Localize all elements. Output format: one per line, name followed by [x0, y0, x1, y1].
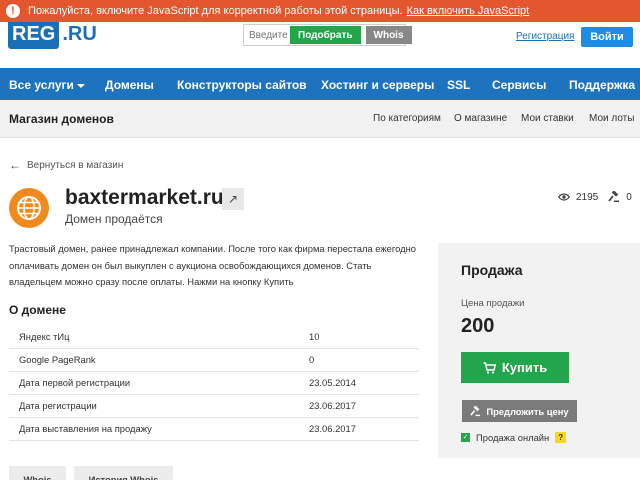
- table-row: Дата регистрации 23.06.2017: [9, 394, 419, 418]
- nav-item-domains[interactable]: Домены: [105, 78, 154, 92]
- about-shop-link[interactable]: О магазине: [454, 113, 507, 124]
- open-domain-button[interactable]: ↗: [222, 188, 244, 210]
- categories-link[interactable]: По категориям: [373, 113, 441, 124]
- domain-status: Домен продаётся: [65, 212, 163, 226]
- domain-shop-title[interactable]: Магазин доменов: [9, 112, 114, 126]
- row-value: 10: [309, 325, 419, 349]
- online-sale-checkbox[interactable]: ✓: [461, 433, 470, 442]
- table-row: Дата первой регистрации 23.05.2014: [9, 371, 419, 395]
- back-to-shop-link[interactable]: ← Вернуться в магазин: [9, 158, 123, 172]
- row-value: 23.05.2014: [309, 371, 419, 395]
- nav-item-all-services[interactable]: Все услуги: [9, 78, 85, 92]
- whois-tab-button[interactable]: Whois: [9, 466, 66, 480]
- nav-item-ssl[interactable]: SSL: [447, 78, 470, 92]
- whois-history-button[interactable]: История Whois: [74, 466, 173, 480]
- enable-javascript-link[interactable]: Как включить JavaScript: [407, 5, 530, 17]
- row-label: Яндекс тИц: [9, 325, 309, 349]
- nav-item-hosting[interactable]: Хостинг и серверы: [321, 78, 434, 92]
- online-sale-option: ✓ Продажа онлайн ?: [461, 432, 567, 443]
- online-sale-label: Продажа онлайн: [476, 432, 550, 443]
- cart-icon: [483, 361, 496, 374]
- nav-item-site-builders[interactable]: Конструкторы сайтов: [177, 78, 307, 92]
- offer-price-label: Предложить цену: [486, 405, 569, 417]
- my-bids-link[interactable]: Мои ставки: [521, 113, 574, 124]
- bids-count: 0: [626, 191, 632, 203]
- domain-shop-bar: Магазин доменов По категориям О магазине…: [0, 100, 640, 138]
- gavel-icon: [608, 191, 620, 203]
- nav-item-support[interactable]: Поддержка: [569, 78, 635, 92]
- whois-button[interactable]: Whois: [365, 26, 412, 44]
- nav-item-services[interactable]: Сервисы: [492, 78, 546, 92]
- domain-stats: 2195 0: [558, 191, 632, 203]
- eye-icon: [558, 193, 570, 201]
- exclamation-icon: !: [6, 4, 20, 18]
- price-value: 200: [461, 315, 495, 337]
- row-value: 0: [309, 348, 419, 372]
- price-label: Цена продажи: [461, 298, 525, 309]
- offer-price-button[interactable]: Предложить цену: [462, 400, 577, 422]
- sale-title: Продажа: [461, 262, 523, 278]
- about-domain-title: О домене: [9, 303, 66, 317]
- gavel-icon: [470, 405, 481, 417]
- nav-item-label: Все услуги: [9, 78, 74, 92]
- row-value: 23.06.2017: [309, 417, 419, 441]
- my-lots-link[interactable]: Мои лоты: [589, 113, 634, 124]
- help-icon[interactable]: ?: [555, 432, 567, 443]
- row-label: Дата первой регистрации: [9, 371, 309, 395]
- table-row: Дата выставления на продажу 23.06.2017: [9, 417, 419, 441]
- row-label: Google PageRank: [9, 348, 309, 372]
- domain-search: Подобрать Whois: [243, 24, 412, 46]
- login-button[interactable]: Войти: [581, 27, 633, 47]
- domain-info-table: Яндекс тИц 10 Google PageRank 0 Дата пер…: [9, 325, 419, 441]
- domain-search-input[interactable]: [245, 29, 290, 41]
- domain-description: Трастовый домен, ранее принадлежал компа…: [9, 243, 416, 287]
- sale-panel: Продажа Цена продажи 200 Купить Предложи…: [438, 243, 640, 458]
- table-row: Яндекс тИц 10: [9, 325, 419, 349]
- row-label: Дата выставления на продажу: [9, 417, 309, 441]
- caret-down-icon: [76, 83, 85, 88]
- logo-suffix: .RU: [62, 23, 97, 45]
- table-row: Google PageRank 0: [9, 348, 419, 372]
- buy-button[interactable]: Купить: [461, 352, 569, 383]
- back-to-shop-label: Вернуться в магазин: [27, 159, 124, 171]
- buy-label: Купить: [501, 360, 548, 375]
- globe-icon: [9, 188, 49, 228]
- external-link-icon: ↗: [227, 192, 239, 206]
- main-nav: Все услуги Домены Конструкторы сайтов Хо…: [0, 68, 640, 100]
- row-label: Дата регистрации: [9, 394, 309, 418]
- domain-name: baxtermarket.ru: [65, 186, 224, 209]
- registration-link[interactable]: Регистрация: [516, 31, 574, 42]
- row-value: 23.06.2017: [309, 394, 419, 418]
- javascript-warning-text: Пожалуйста, включите JavaScript для корр…: [28, 5, 403, 17]
- logo-main: REG: [8, 20, 60, 49]
- javascript-warning-banner: ! Пожалуйста, включите JavaScript для ко…: [0, 0, 640, 22]
- arrow-left-icon: ←: [9, 158, 21, 172]
- pick-domain-button[interactable]: Подобрать: [290, 26, 361, 44]
- site-logo[interactable]: REG .RU: [8, 20, 97, 49]
- views-count: 2195: [576, 191, 599, 203]
